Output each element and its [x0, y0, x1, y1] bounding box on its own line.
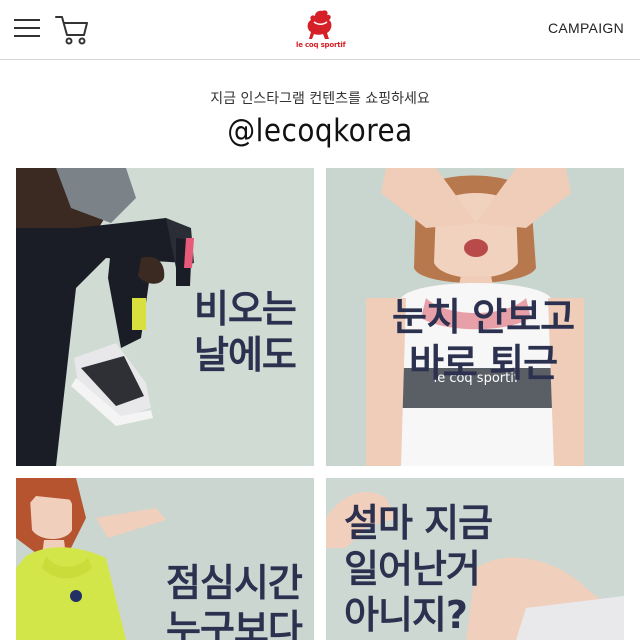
shopping-cart-icon[interactable] — [54, 14, 90, 46]
tile-caption: 눈치 안보고 바로 퇴근 — [392, 295, 575, 385]
logo-text: le coq sportif — [296, 41, 346, 49]
top-header: le coq sportif CAMPAIGN — [0, 0, 640, 60]
instagram-post-tile-1[interactable]: 비오는 날에도 — [16, 168, 314, 466]
instagram-post-tile-3[interactable]: 점심시간 누구보다 — [16, 478, 314, 640]
instagram-post-tile-2[interactable]: le coq sportif 눈치 안보고 바로 퇴근 — [326, 168, 624, 466]
instagram-post-tile-4[interactable]: 설마 지금 일어난거 아니지? — [326, 478, 624, 640]
instagram-handle[interactable]: @lecoqkorea — [0, 113, 640, 149]
hamburger-menu-icon[interactable] — [14, 17, 40, 39]
brand-logo[interactable]: le coq sportif — [296, 8, 346, 54]
tile-caption: 점심시간 누구보다 — [166, 561, 303, 640]
tile-caption: 비오는 날에도 — [194, 287, 297, 377]
campaign-link[interactable]: CAMPAIGN — [548, 20, 624, 36]
instagram-subtitle: 지금 인스타그램 컨텐츠를 쇼핑하세요 — [210, 91, 430, 107]
rooster-logo-icon — [307, 10, 332, 39]
tile-caption: 설마 지금 일어난거 아니지? — [344, 501, 493, 637]
